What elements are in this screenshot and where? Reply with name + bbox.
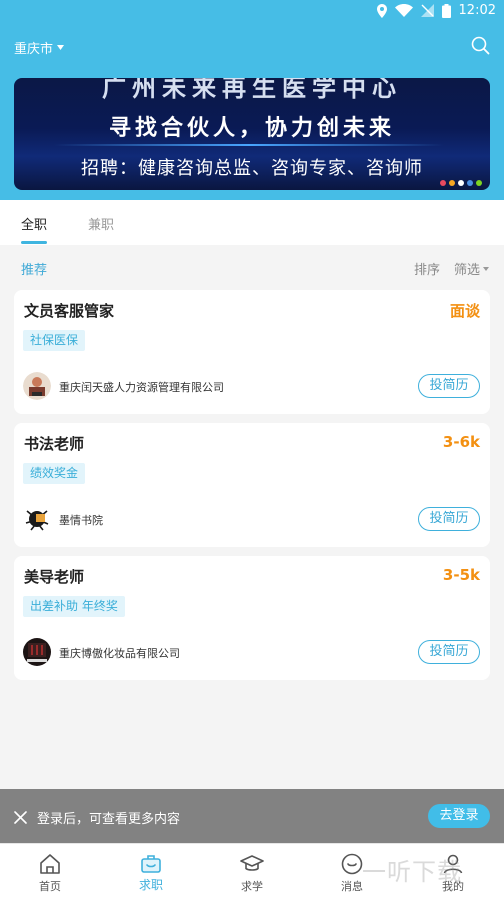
status-bar: 12:02 <box>0 0 504 24</box>
job-title: 文员客服管家 <box>24 302 115 320</box>
job-card[interactable]: 文员客服管家 面谈 社保医保 重庆闰天盛人力资源管理有限公司 投简历 <box>14 290 490 414</box>
job-salary: 3-5k <box>442 566 480 584</box>
job-title: 美导老师 <box>24 568 85 586</box>
clock: 12:02 <box>458 3 496 18</box>
close-icon <box>14 811 27 824</box>
briefcase-icon <box>141 855 161 873</box>
job-title: 书法老师 <box>24 435 85 453</box>
login-prompt-message: 登录后，可查看更多内容 <box>37 812 181 827</box>
company-name: 重庆闰天盛人力资源管理有限公司 <box>59 381 224 394</box>
filter-button[interactable]: 筛选 <box>454 259 490 278</box>
close-button[interactable] <box>14 809 27 828</box>
company-logo <box>23 638 51 666</box>
search-button[interactable] <box>471 36 490 59</box>
banner-glow <box>54 144 444 146</box>
go-login-button[interactable]: 去登录 <box>428 804 490 828</box>
watermark: 一听下载 <box>362 858 462 886</box>
job-salary: 面谈 <box>449 302 480 320</box>
message-icon <box>341 853 363 875</box>
caret-down-icon <box>57 45 65 50</box>
banner-line-1: 广州未来再生医学中心 <box>102 78 402 102</box>
company-logo <box>23 372 51 400</box>
filter-label: 筛选 <box>454 263 481 278</box>
tab-fulltime[interactable]: 全职 <box>21 214 47 233</box>
search-icon <box>471 36 490 55</box>
company-logo <box>23 505 51 533</box>
tab-parttime[interactable]: 兼职 <box>88 214 114 233</box>
job-card[interactable]: 书法老师 3-6k 绩效奖金 墨情书院 投简历 <box>14 423 490 547</box>
tab-indicator <box>21 241 47 244</box>
banner-pager-dots <box>440 180 482 186</box>
nav-home[interactable]: 首页 <box>0 844 100 897</box>
company-name: 重庆博傲化妆品有限公司 <box>59 647 180 660</box>
apply-button[interactable]: 投简历 <box>418 374 480 398</box>
nav-study[interactable]: 求学 <box>202 844 302 897</box>
apply-button[interactable]: 投简历 <box>418 640 480 664</box>
graduation-cap-icon <box>240 855 264 871</box>
caret-down-icon <box>483 266 490 271</box>
nav-home-label: 首页 <box>39 880 61 893</box>
sort-button[interactable]: 排序 <box>414 259 440 278</box>
login-prompt-bar: 登录后，可查看更多内容 去登录 <box>0 789 504 843</box>
company-name: 墨情书院 <box>59 514 103 527</box>
location-icon <box>376 3 387 18</box>
job-tag: 绩效奖金 <box>23 463 86 484</box>
no-signal-icon <box>420 4 434 17</box>
promo-banner[interactable]: 广州未来再生医学中心 寻找合伙人，协力创未来 招聘：健康咨询总监、咨询专家、咨询… <box>14 78 490 190</box>
job-type-tabs: 全职 兼职 <box>0 200 504 245</box>
wifi-icon <box>394 4 413 17</box>
battery-icon <box>441 3 451 18</box>
filter-row: 推荐 排序 筛选 <box>0 246 504 286</box>
nav-study-label: 求学 <box>241 880 263 893</box>
job-tag: 出差补助 年终奖 <box>23 596 125 617</box>
banner-line-2: 寻找合伙人，协力创未来 <box>108 116 395 141</box>
banner-line-3: 招聘：健康咨询总监、咨询专家、咨询师 <box>81 158 423 179</box>
nav-jobs-label: 求职 <box>138 878 163 892</box>
city-label: 重庆市 <box>14 42 54 57</box>
home-icon <box>40 854 60 874</box>
recommend-label[interactable]: 推荐 <box>21 259 47 278</box>
apply-button[interactable]: 投简历 <box>418 507 480 531</box>
job-salary: 3-6k <box>442 433 480 451</box>
city-selector[interactable]: 重庆市 <box>14 38 65 57</box>
nav-jobs[interactable]: 求职 <box>101 844 201 897</box>
job-card[interactable]: 美导老师 3-5k 出差补助 年终奖 重庆博傲化妆品有限公司 投简历 <box>14 556 490 680</box>
job-tag: 社保医保 <box>23 330 86 351</box>
